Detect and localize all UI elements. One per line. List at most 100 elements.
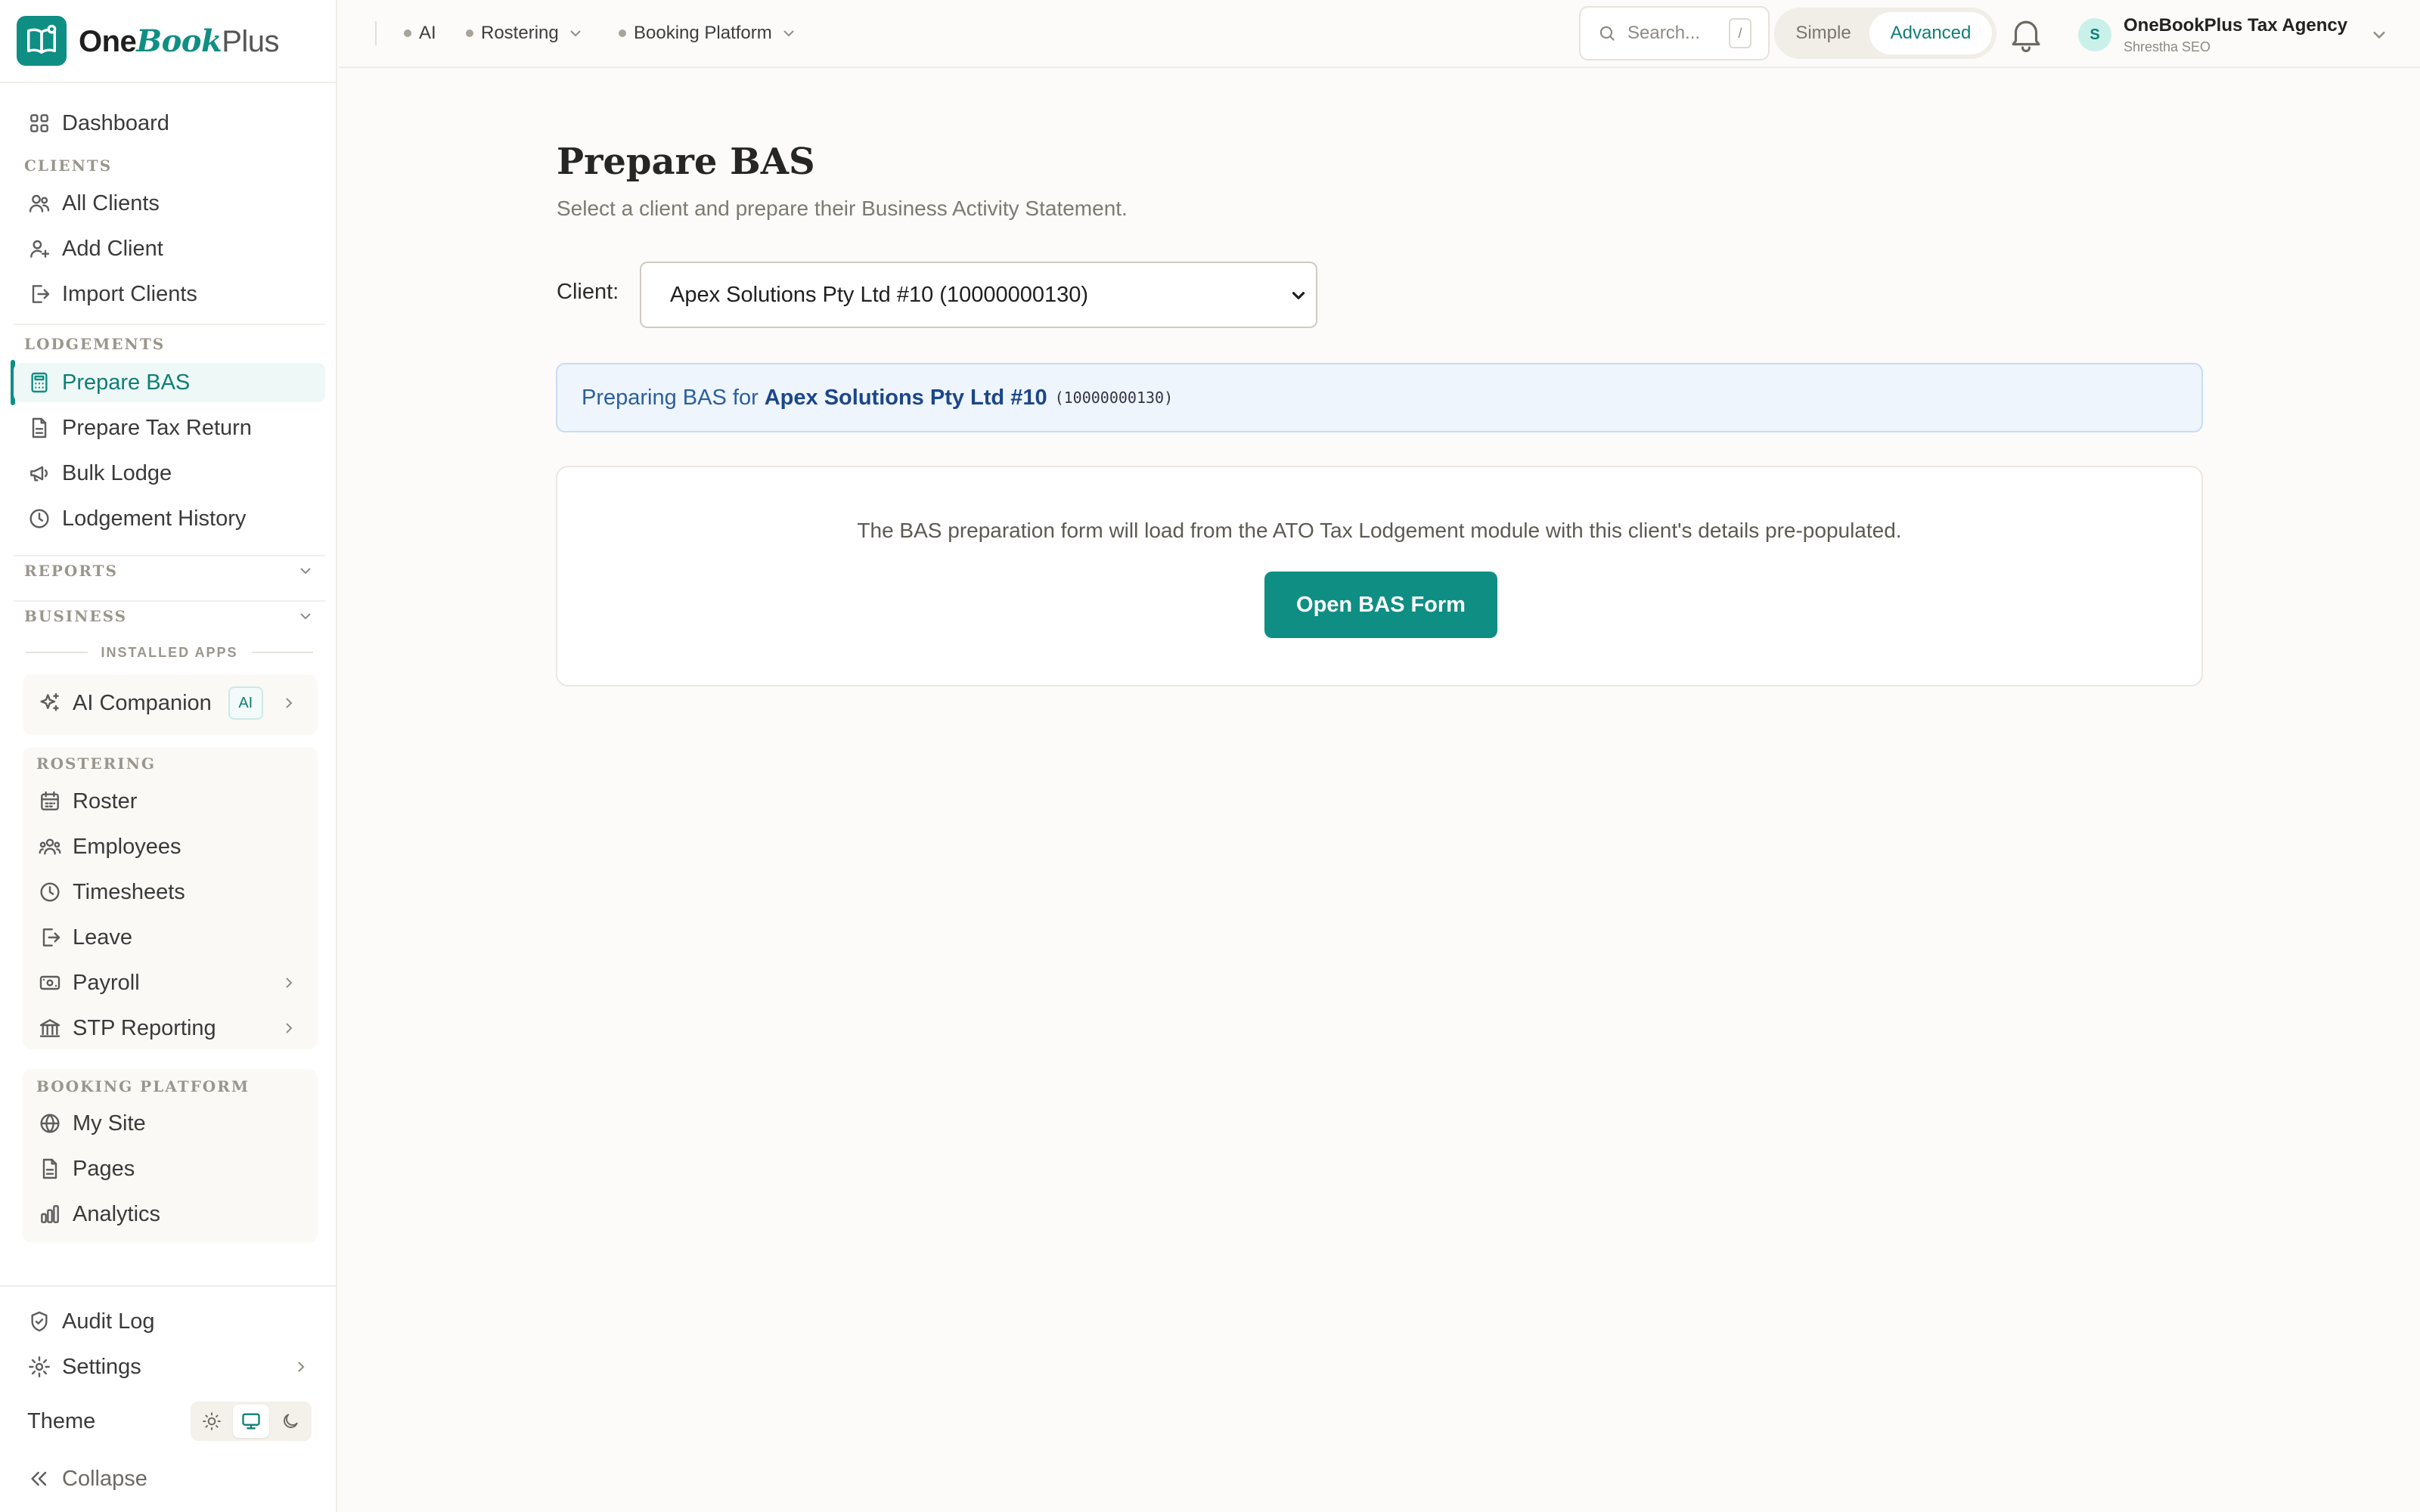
banknote-icon <box>39 975 60 990</box>
sidebar-item-audit-log[interactable]: Audit Log <box>14 1302 325 1341</box>
collapse-sidebar-button[interactable]: Collapse <box>14 1459 325 1498</box>
sidebar-item-payroll[interactable]: Payroll <box>38 963 310 1002</box>
sidebar-item-pages[interactable]: Pages <box>38 1149 310 1188</box>
sidebar-item-label: Lodgement History <box>62 506 247 531</box>
chevron-right-icon <box>286 1023 293 1033</box>
sidebar-item-prepare-bas[interactable]: Prepare BAS <box>14 363 325 402</box>
import-icon <box>32 285 50 303</box>
sidebar-item-add-client[interactable]: Add Client <box>14 229 325 268</box>
sidebar-item-label: Payroll <box>73 970 140 995</box>
sidebar-item-employees[interactable]: Employees <box>38 827 310 866</box>
sidebar-item-ai-companion[interactable]: AI Companion AI <box>38 683 310 723</box>
notifications-button[interactable] <box>2006 14 2046 54</box>
search-icon <box>1599 26 1615 41</box>
brand-name: OneBookPlus <box>79 23 279 59</box>
sidebar-item-import-clients[interactable]: Import Clients <box>14 274 325 314</box>
sidebar-item-my-site[interactable]: My Site <box>38 1104 310 1143</box>
section-label-booking: BOOKING PLATFORM <box>36 1077 250 1095</box>
page-icon <box>42 1158 57 1179</box>
sidebar-item-label: Pages <box>73 1156 135 1181</box>
banner-client-name: Apex Solutions Pty Ltd #10 <box>764 385 1047 410</box>
theme-light-button[interactable] <box>194 1405 230 1438</box>
search-input[interactable]: Search... / <box>1579 6 1770 60</box>
calendar-icon <box>41 791 59 810</box>
users-icon <box>29 194 50 212</box>
chevron-right-icon <box>286 978 293 988</box>
sidebar-item-timesheets[interactable]: Timesheets <box>38 872 310 912</box>
bar-chart-icon <box>41 1205 59 1223</box>
gear-icon <box>29 1356 50 1377</box>
sidebar-item-analytics[interactable]: Analytics <box>38 1194 310 1234</box>
status-dot <box>404 29 411 37</box>
sidebar-item-label: All Clients <box>62 191 160 215</box>
grid-icon <box>30 114 48 132</box>
client-select[interactable]: Apex Solutions Pty Ltd #10 (10000000130) <box>640 262 1317 328</box>
chevrons-left-icon <box>31 1471 47 1486</box>
sidebar-item-stp-reporting[interactable]: STP Reporting <box>38 1009 310 1048</box>
account-menu[interactable]: S OneBookPlus Tax Agency Shrestha SEO <box>2078 12 2390 57</box>
sidebar-item-label: Roster <box>73 789 138 813</box>
user-plus-icon <box>30 240 50 258</box>
top-menu-booking-platform[interactable]: Booking Platform <box>619 20 798 47</box>
chevron-down-icon <box>2373 31 2385 39</box>
top-menu-label: AI <box>419 23 436 43</box>
brand[interactable]: OneBookPlus <box>0 0 336 83</box>
sidebar-item-lodgement-history[interactable]: Lodgement History <box>14 499 325 538</box>
sidebar-item-dashboard[interactable]: Dashboard <box>14 104 325 143</box>
card-description: The BAS preparation form will load from … <box>857 519 1902 542</box>
top-menu-label: Booking Platform <box>634 23 772 43</box>
open-bas-form-button[interactable]: Open BAS Form <box>1264 572 1497 638</box>
client-label: Client: <box>557 280 619 304</box>
globe-icon <box>40 1114 60 1133</box>
sidebar-item-leave[interactable]: Leave <box>38 918 310 957</box>
sidebar-item-label: Dashboard <box>62 110 169 135</box>
clock-icon <box>29 509 49 528</box>
sidebar-item-bulk-lodge[interactable]: Bulk Lodge <box>14 454 325 493</box>
mode-simple-button[interactable]: Simple <box>1779 12 1868 54</box>
section-toggle-reports[interactable]: REPORTS <box>14 555 325 585</box>
clock-icon <box>40 882 60 902</box>
installed-apps-divider: INSTALLED APPS <box>26 641 314 664</box>
section-label-reports: REPORTS <box>24 562 118 580</box>
section-label-business: BUSINESS <box>24 607 128 625</box>
sidebar-item-roster[interactable]: Roster <box>38 782 310 821</box>
sidebar-item-label: Employees <box>73 834 182 859</box>
section-label-rostering: ROSTERING <box>36 754 156 773</box>
mode-toggle: Simple Advanced <box>1774 8 1996 59</box>
exit-icon <box>42 928 60 947</box>
megaphone-icon <box>30 466 48 482</box>
top-menu-ai[interactable]: AI <box>404 20 436 47</box>
sidebar-item-label: Bulk Lodge <box>62 460 172 485</box>
mode-advanced-button[interactable]: Advanced <box>1869 12 1992 54</box>
bell-icon <box>2012 20 2040 53</box>
sidebar-item-label: Add Client <box>62 236 163 261</box>
theme-system-button[interactable] <box>233 1405 269 1438</box>
topbar: AI Rostering Booking Platform Search... … <box>339 0 2420 68</box>
chevron-right-icon <box>286 698 293 708</box>
sidebar-item-prepare-tax-return[interactable]: Prepare Tax Return <box>14 408 325 448</box>
sidebar: OneBookPlus Dashboard CLIENTS All Client… <box>0 0 337 1512</box>
sidebar-item-label: My Site <box>73 1111 146 1136</box>
section-toggle-business[interactable]: BUSINESS <box>14 600 325 631</box>
section-label-lodgements: LODGEMENTS <box>24 335 166 353</box>
sidebar-item-label: Timesheets <box>73 879 185 904</box>
chevron-right-icon <box>298 1362 305 1372</box>
page-subtitle: Select a client and prepare their Busine… <box>557 197 1128 220</box>
banner-prefix: Preparing BAS for <box>582 385 759 410</box>
installed-apps-label: INSTALLED APPS <box>101 644 238 660</box>
sidebar-item-all-clients[interactable]: All Clients <box>14 184 325 223</box>
sun-icon <box>203 1412 221 1430</box>
sparkles-icon <box>40 692 59 711</box>
theme-dark-button[interactable] <box>272 1405 309 1438</box>
sidebar-item-label: Prepare Tax Return <box>62 415 252 440</box>
book-logo-icon <box>17 16 67 66</box>
collapse-label: Collapse <box>62 1466 147 1491</box>
top-menu-label: Rostering <box>481 23 559 43</box>
top-menu-rostering[interactable]: Rostering <box>466 20 585 47</box>
bas-form-card: The BAS preparation form will load from … <box>556 466 2203 686</box>
sidebar-item-settings[interactable]: Settings <box>14 1347 325 1387</box>
status-dot <box>466 29 473 37</box>
sidebar-item-label: Prepare BAS <box>62 370 191 395</box>
sidebar-item-label: Settings <box>62 1354 141 1379</box>
chevron-down-icon <box>300 613 311 620</box>
